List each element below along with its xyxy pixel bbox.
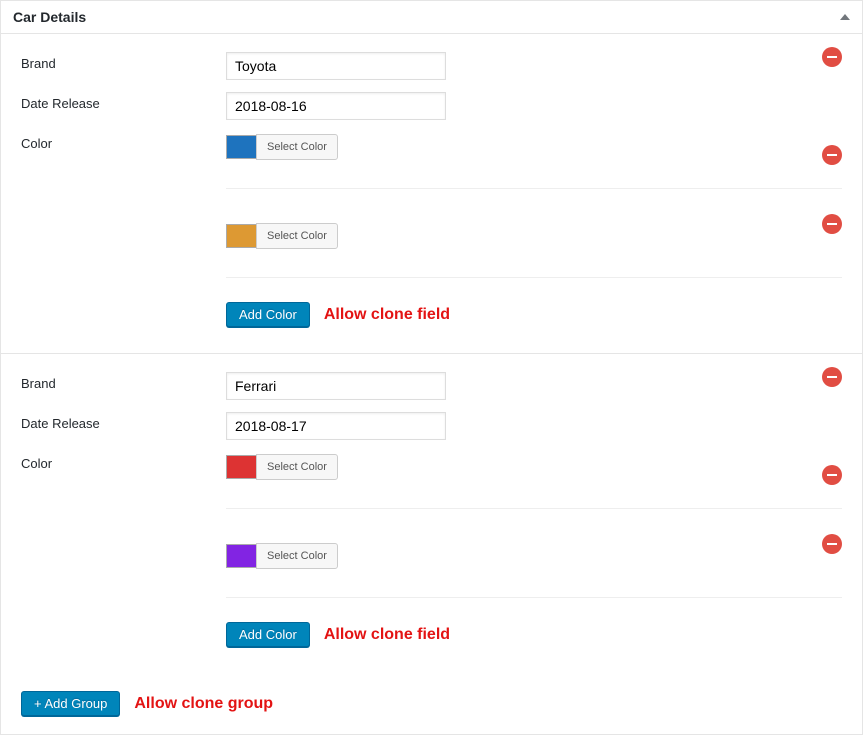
add-color-button[interactable]: Add Color (226, 622, 310, 647)
group-row: Brand Date Release Color Select C (1, 34, 862, 354)
field-label-brand: Brand (21, 52, 226, 71)
color-swatch[interactable] (226, 224, 256, 248)
color-swatch[interactable] (226, 455, 256, 479)
date-release-input[interactable] (226, 412, 446, 440)
field-row-date-release: Date Release (21, 86, 842, 126)
add-color-button[interactable]: Add Color (226, 302, 310, 327)
remove-color-button[interactable] (822, 464, 842, 485)
annotation-clone-field: Allow clone field (324, 626, 450, 644)
brand-input[interactable] (226, 52, 446, 80)
brand-input[interactable] (226, 372, 446, 400)
color-item: Select Color (226, 454, 842, 509)
color-item: Select Color (226, 134, 842, 189)
select-color-button[interactable]: Select Color (256, 134, 338, 160)
metabox-footer: + Add Group Allow clone group (1, 673, 862, 734)
field-label-color: Color (21, 452, 226, 471)
color-swatch[interactable] (226, 135, 256, 159)
color-swatch[interactable] (226, 544, 256, 568)
metabox-header[interactable]: Car Details (1, 1, 862, 34)
minus-icon (822, 465, 842, 485)
annotation-clone-field: Allow clone field (324, 306, 450, 324)
field-row-color: Color Select Color (21, 126, 842, 333)
field-row-date-release: Date Release (21, 406, 842, 446)
remove-color-button[interactable] (822, 144, 842, 165)
metabox-body: Brand Date Release Color Select C (1, 34, 862, 734)
minus-icon (822, 214, 842, 234)
metabox-title: Car Details (13, 9, 86, 25)
select-color-button[interactable]: Select Color (256, 454, 338, 480)
collapse-icon[interactable] (840, 14, 850, 20)
field-row-brand: Brand (21, 46, 842, 86)
field-label-date-release: Date Release (21, 412, 226, 431)
annotation-clone-group: Allow clone group (134, 695, 273, 713)
date-release-input[interactable] (226, 92, 446, 120)
remove-color-button[interactable] (822, 533, 842, 554)
field-label-color: Color (21, 132, 226, 151)
remove-color-button[interactable] (822, 213, 842, 234)
color-item: Select Color (226, 523, 842, 598)
add-group-button[interactable]: + Add Group (21, 691, 120, 716)
field-label-date-release: Date Release (21, 92, 226, 111)
car-details-metabox: Car Details Brand Date Release Colo (0, 0, 863, 735)
minus-icon (822, 145, 842, 165)
field-label-brand: Brand (21, 372, 226, 391)
field-row-brand: Brand (21, 366, 842, 406)
field-row-color: Color Select Color (21, 446, 842, 653)
group-row: Brand Date Release Color Select C (1, 354, 862, 673)
select-color-button[interactable]: Select Color (256, 223, 338, 249)
color-item: Select Color (226, 203, 842, 278)
select-color-button[interactable]: Select Color (256, 543, 338, 569)
minus-icon (822, 534, 842, 554)
